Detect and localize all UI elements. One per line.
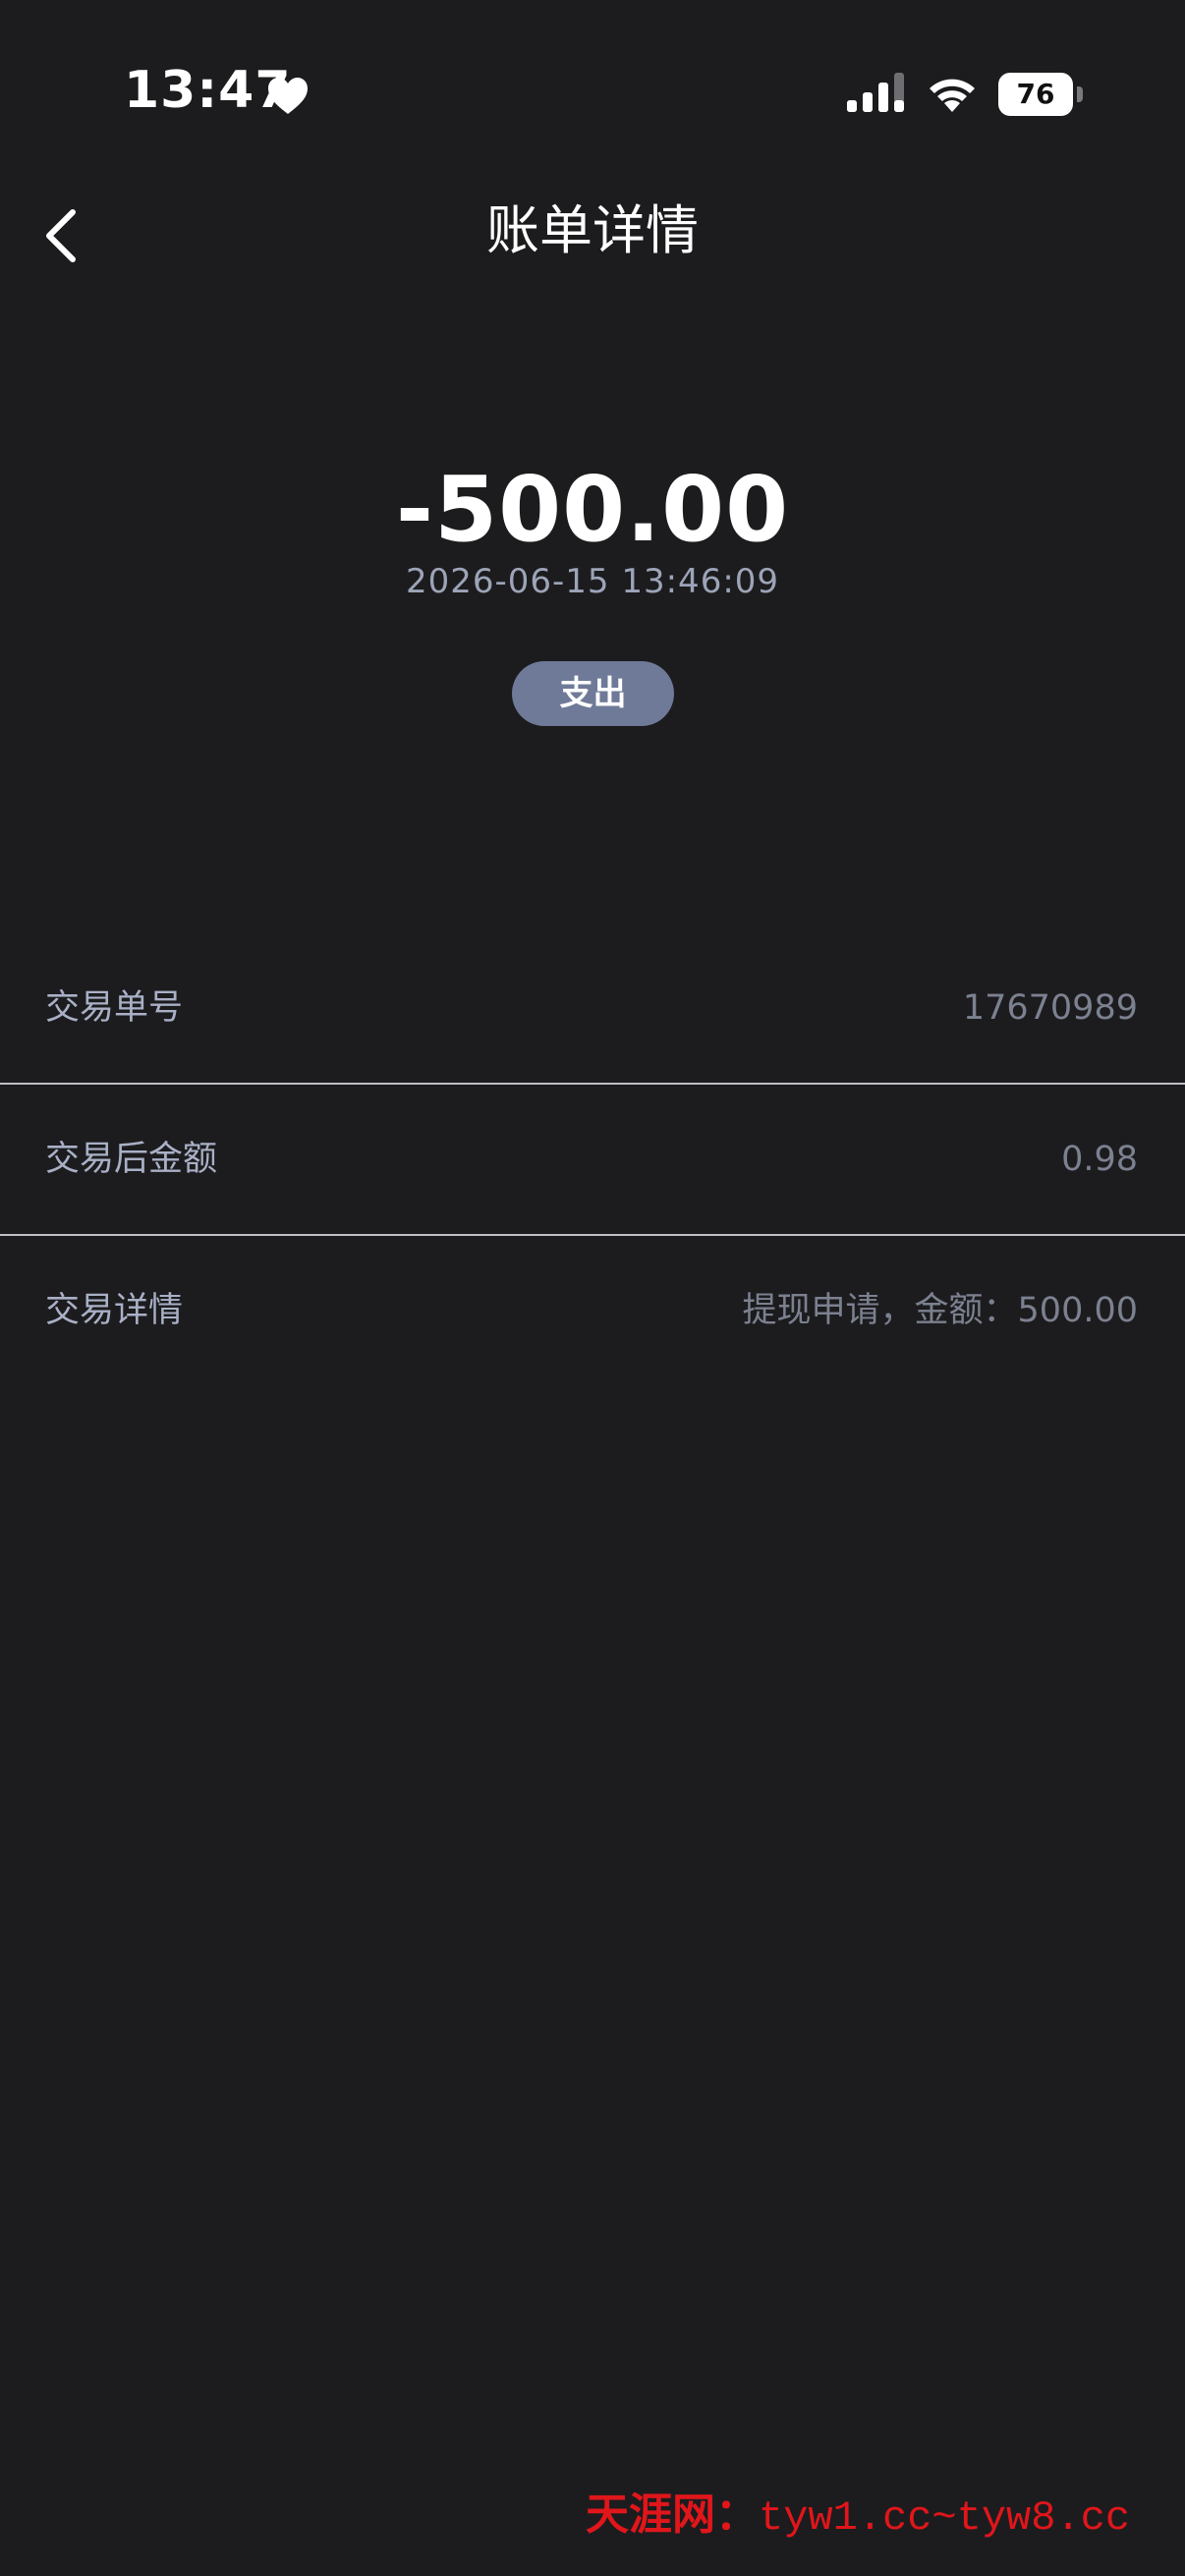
detail-label: 交易单号 [45, 988, 184, 1028]
detail-row-balance-after: 交易后金额 0.98 [0, 1085, 1185, 1236]
battery-level: 76 [998, 73, 1073, 116]
page-title: 账单详情 [486, 199, 699, 261]
detail-row-description: 交易详情 提现申请，金额：500.00 [0, 1236, 1185, 1385]
transaction-timestamp: 2026-06-15 13:46:09 [405, 562, 780, 601]
transaction-amount: -500.00 [395, 457, 790, 562]
battery-icon: 76 [998, 73, 1083, 116]
status-bar: 13:47 76 [0, 0, 1185, 196]
watermark: 天涯网：tyw1.cc~tyw8.cc [586, 2486, 1181, 2545]
watermark-url: tyw1.cc~tyw8.cc [759, 2494, 1131, 2542]
heart-icon [268, 78, 308, 114]
detail-row-order-number: 交易单号 17670989 [0, 933, 1185, 1085]
signal-icon [847, 73, 904, 112]
battery-cap [1077, 86, 1083, 102]
wifi-icon [930, 79, 975, 112]
watermark-site-name: 天涯网： [586, 2490, 759, 2540]
detail-list: 交易单号 17670989 交易后金额 0.98 交易详情 提现申请，金额：50… [0, 933, 1185, 1385]
status-time: 13:47 [124, 61, 292, 120]
detail-label: 交易后金额 [45, 1140, 218, 1179]
detail-value: 提现申请，金额：500.00 [742, 1291, 1138, 1330]
transaction-type-badge: 支出 [512, 661, 674, 726]
detail-value: 0.98 [1061, 1140, 1138, 1179]
detail-label: 交易详情 [45, 1291, 184, 1330]
detail-value: 17670989 [962, 988, 1138, 1028]
